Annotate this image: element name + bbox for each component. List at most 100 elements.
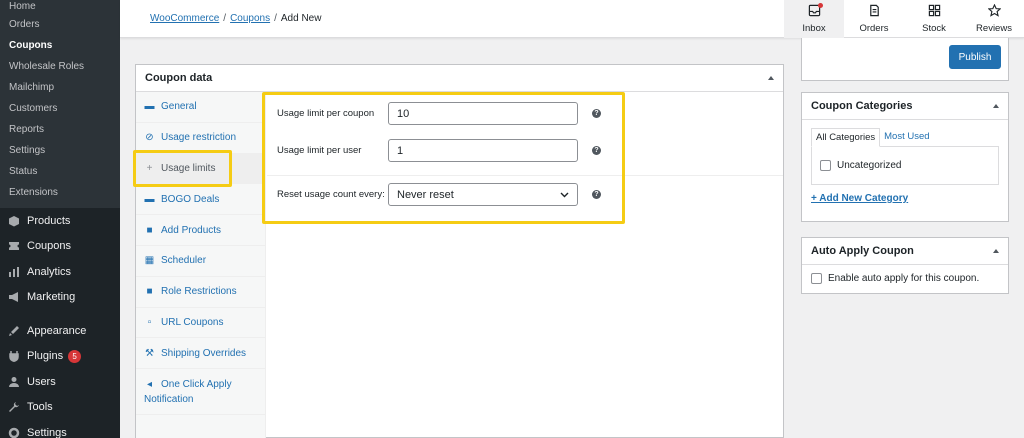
top-bar: WooCommerce / Coupons / Add New Inbox Orders… (120, 0, 1024, 38)
calendar-icon: ▦ (144, 255, 155, 267)
menu-label: Tools (27, 401, 53, 414)
limit-per-user-input[interactable] (388, 139, 578, 162)
inbox-icon (808, 3, 823, 23)
submenu-home[interactable]: Home (0, 0, 120, 14)
menu-marketing[interactable]: Marketing (0, 285, 120, 311)
tab-one-click-apply-notification[interactable]: ◂ One Click Apply Notification (136, 369, 265, 416)
menu-products[interactable]: Products (0, 208, 120, 234)
users-icon (7, 375, 20, 388)
breadcrumb-coupons[interactable]: Coupons (230, 13, 270, 24)
menu-tools[interactable]: Tools (0, 395, 120, 421)
limit-per-user-label: Usage limit per user (277, 145, 362, 156)
products-icon (7, 214, 20, 227)
admin-sidebar: Home Orders Coupons Wholesale Roles Mail… (0, 0, 120, 438)
coupons-icon (7, 240, 20, 253)
submenu-wholesale-roles[interactable]: Wholesale Roles (0, 56, 120, 77)
menu-label: Analytics (27, 265, 72, 278)
add-new-category-link[interactable]: + Add New Category (802, 185, 1008, 212)
submenu-reports[interactable]: Reports (0, 119, 120, 140)
field-row-limit-per-user: Usage limit per user ? (267, 132, 783, 169)
limit-per-coupon-label: Usage limit per coupon (277, 108, 375, 119)
bag-icon: ■ (146, 224, 153, 236)
link-icon: ▫ (147, 316, 152, 328)
field-row-limit-per-coupon: Usage limit per coupon ? (267, 95, 783, 132)
publish-button[interactable]: Publish (949, 45, 1001, 69)
lock-icon: ■ (146, 286, 153, 298)
auto-apply-checkbox[interactable] (811, 272, 822, 284)
submenu-extensions[interactable]: Extensions (0, 182, 120, 203)
menu-coupons[interactable]: Coupons (0, 234, 120, 260)
tools-icon (7, 401, 20, 414)
auto-apply-header[interactable]: Auto Apply Coupon (802, 238, 1008, 265)
wrench-icon: ⚒ (145, 347, 154, 359)
breadcrumb: WooCommerce / Coupons / Add New (150, 13, 322, 24)
settings-icon (7, 426, 20, 438)
menu-settings[interactable]: Settings (0, 420, 120, 438)
collapse-icon[interactable] (768, 76, 774, 80)
menu-label: Marketing (27, 291, 76, 304)
reset-usage-select[interactable]: Never reset (388, 183, 578, 206)
collapse-icon[interactable] (993, 249, 999, 253)
nav-inbox[interactable]: Inbox (784, 0, 844, 38)
coupon-data-panel: Coupon data ▬ General ⊘ Usage restriction … (135, 64, 784, 438)
submenu-orders[interactable]: Orders (0, 14, 120, 35)
menu-plugins[interactable]: Plugins 5 (0, 344, 120, 370)
stock-icon (928, 4, 941, 23)
submenu-customers[interactable]: Customers (0, 98, 120, 119)
tab-all-categories[interactable]: All Categories (811, 128, 881, 147)
tab-most-used[interactable]: Most Used (880, 128, 933, 147)
analytics-icon (7, 265, 20, 278)
tab-url-coupons[interactable]: ▫ URL Coupons (136, 308, 265, 339)
field-row-reset-usage: Reset usage count every: Never reset ? (267, 176, 783, 213)
woocommerce-submenu: Home Orders Coupons Wholesale Roles Mail… (0, 0, 120, 208)
menu-label: Coupons (27, 240, 72, 253)
tab-shipping-overrides[interactable]: ⚒ Shipping Overrides (136, 338, 265, 370)
category-tabs: All Categories Most Used (802, 120, 1008, 147)
uncategorized-checkbox[interactable] (820, 160, 831, 171)
publish-box: Publish (801, 38, 1009, 81)
submenu-settings[interactable]: Settings (0, 140, 120, 161)
limit-per-coupon-input[interactable] (388, 102, 578, 125)
menu-analytics[interactable]: Analytics (0, 259, 120, 285)
plus-icon: + (146, 162, 153, 174)
tickets-icon: ▬ (144, 193, 155, 205)
tab-usage-limits[interactable]: + Usage limits (136, 153, 265, 185)
orders-icon (868, 4, 881, 23)
coupon-data-header[interactable]: Coupon data (136, 65, 783, 92)
tab-general[interactable]: ▬ General (136, 92, 265, 123)
collapse-icon[interactable] (993, 104, 999, 108)
tab-scheduler[interactable]: ▦ Scheduler (136, 246, 265, 277)
menu-label: Users (27, 375, 56, 388)
star-icon (987, 3, 1001, 23)
tab-usage-restriction[interactable]: ⊘ Usage restriction (136, 123, 265, 154)
nav-orders[interactable]: Orders (844, 0, 904, 38)
menu-label: Plugins (27, 350, 64, 363)
plugins-update-badge: 5 (68, 349, 82, 363)
submenu-mailchimp[interactable]: Mailchimp (0, 77, 120, 98)
appearance-icon (7, 324, 20, 337)
nav-stock[interactable]: Stock (904, 0, 964, 38)
help-icon[interactable]: ? (592, 109, 601, 118)
menu-appearance[interactable]: Appearance (0, 318, 120, 344)
breadcrumb-woocommerce[interactable]: WooCommerce (150, 13, 219, 24)
panel-title: Coupon data (145, 72, 213, 84)
categories-header[interactable]: Coupon Categories (802, 93, 1008, 120)
menu-label: Appearance (27, 324, 87, 337)
submenu-status[interactable]: Status (0, 161, 120, 182)
menu-label: Settings (27, 426, 67, 438)
tab-add-products[interactable]: ■ Add Products (136, 215, 265, 246)
chevron-down-icon (560, 189, 569, 201)
auto-apply-row: Enable auto apply for this coupon. (802, 265, 1008, 291)
menu-users[interactable]: Users (0, 369, 120, 395)
nav-reviews[interactable]: Reviews (964, 0, 1024, 38)
usage-limits-fields: Usage limit per coupon ? Usage limit per… (267, 92, 783, 213)
breadcrumb-current: Add New (280, 13, 322, 24)
help-icon[interactable]: ? (592, 190, 601, 199)
tab-bogo-deals[interactable]: ▬ BOGO Deals (136, 184, 265, 216)
submenu-coupons[interactable]: Coupons (0, 35, 120, 56)
activity-nav: Inbox Orders Stock Reviews (784, 0, 1024, 38)
coupon-tabs: ▬ General ⊘ Usage restriction + Usage limit… (136, 92, 266, 438)
help-icon[interactable]: ? (592, 146, 601, 155)
plugins-icon (7, 350, 20, 363)
tab-role-restrictions[interactable]: ■ Role Restrictions (136, 277, 265, 308)
